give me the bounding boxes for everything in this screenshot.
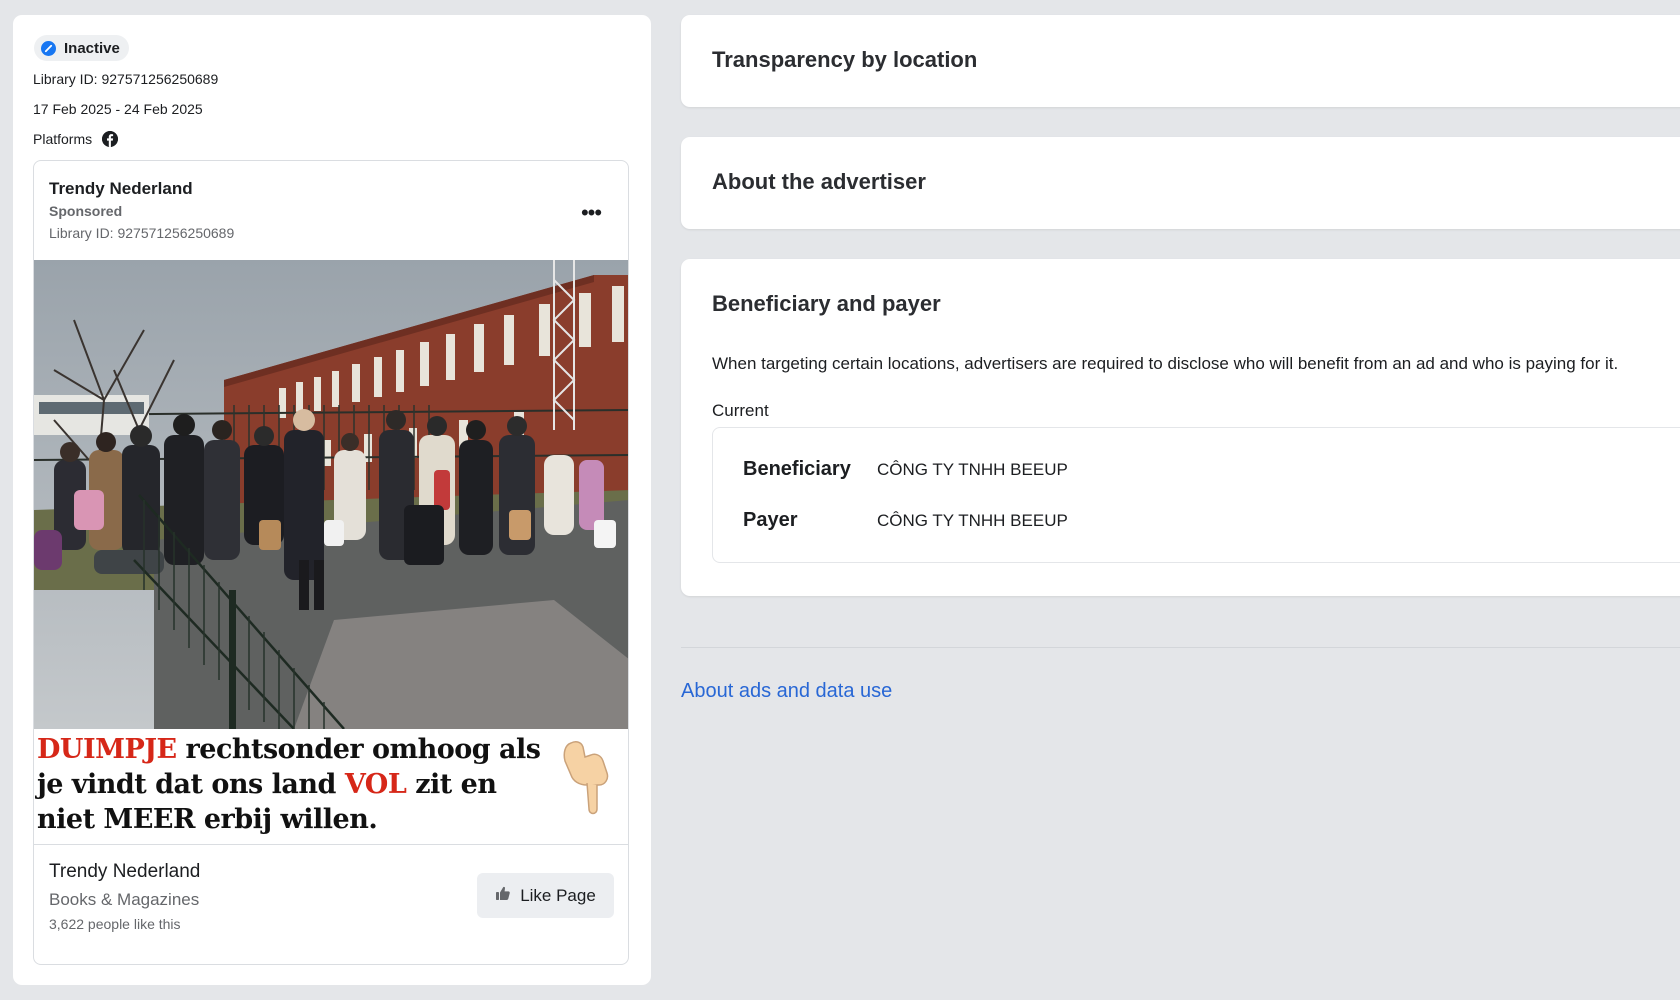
preview-library-id: Library ID: 927571256250689 <box>49 225 235 241</box>
ad-photo <box>34 260 628 729</box>
transparency-by-location-title: Transparency by location <box>712 47 978 72</box>
sponsored-label: Sponsored <box>49 203 123 219</box>
ad-preview-footer: Trendy Nederland Books & Magazines 3,622… <box>49 861 200 932</box>
footer-page-name[interactable]: Trendy Nederland <box>49 861 200 883</box>
caption-banner: DUIMPJE rechtsonder omhoog als je vindt … <box>34 729 628 845</box>
advertiser-name[interactable]: Trendy Nederland <box>49 179 234 199</box>
footer-page-likes: 3,622 people like this <box>49 916 181 932</box>
status-label: Inactive <box>64 39 120 57</box>
ad-card: Inactive Library ID: 927571256250689 17 … <box>13 15 651 985</box>
transparency-by-location-section[interactable]: Transparency by location <box>681 15 1680 107</box>
payer-row: Payer CÔNG TY TNHH BEEUP <box>743 509 1068 532</box>
beneficiary-payer-box: Beneficiary CÔNG TY TNHH BEEUP Payer CÔN… <box>712 427 1680 563</box>
payer-label: Payer <box>743 509 798 531</box>
about-ads-data-use-link[interactable]: About ads and data use <box>681 680 892 703</box>
caption-highlight-vol: VOL <box>344 769 407 800</box>
beneficiary-value: CÔNG TY TNHH BEEUP <box>877 460 1068 479</box>
facebook-icon <box>102 131 119 147</box>
about-advertiser-section[interactable]: About the advertiser <box>681 137 1680 229</box>
pointing-down-hand-icon <box>557 739 613 824</box>
beneficiary-payer-description: When targeting certain locations, advert… <box>712 354 1619 373</box>
about-advertiser-title: About the advertiser <box>712 169 926 194</box>
beneficiary-label: Beneficiary <box>743 458 851 480</box>
more-options-button[interactable]: ••• <box>576 201 606 225</box>
footer-page-category: Books & Magazines <box>49 890 200 909</box>
status-badge: Inactive <box>34 35 129 61</box>
like-page-label: Like Page <box>520 885 596 905</box>
section-divider <box>681 647 1680 648</box>
ad-preview-header: Trendy Nederland Sponsored Library ID: 9… <box>49 179 234 241</box>
ad-preview: Trendy Nederland Sponsored Library ID: 9… <box>33 160 629 965</box>
platforms-label: Platforms <box>33 131 93 147</box>
caption-highlight-duimpje: DUIMPJE <box>37 734 177 765</box>
library-id: Library ID: 927571256250689 <box>33 71 219 87</box>
beneficiary-payer-section: Beneficiary and payer When targeting cer… <box>681 259 1680 596</box>
platforms-row: Platforms <box>33 131 119 147</box>
payer-value: CÔNG TY TNHH BEEUP <box>877 511 1068 530</box>
thumbs-up-icon <box>495 885 511 906</box>
ad-creative: DUIMPJE rechtsonder omhoog als je vindt … <box>34 260 628 845</box>
ad-caption: DUIMPJE rechtsonder omhoog als je vindt … <box>37 732 542 837</box>
beneficiary-row: Beneficiary CÔNG TY TNHH BEEUP <box>743 458 1068 481</box>
like-page-button[interactable]: Like Page <box>477 873 614 918</box>
beneficiary-payer-title: Beneficiary and payer <box>712 291 941 316</box>
date-range: 17 Feb 2025 - 24 Feb 2025 <box>33 101 203 117</box>
current-label: Current <box>712 401 769 420</box>
inactive-status-icon <box>41 40 56 56</box>
